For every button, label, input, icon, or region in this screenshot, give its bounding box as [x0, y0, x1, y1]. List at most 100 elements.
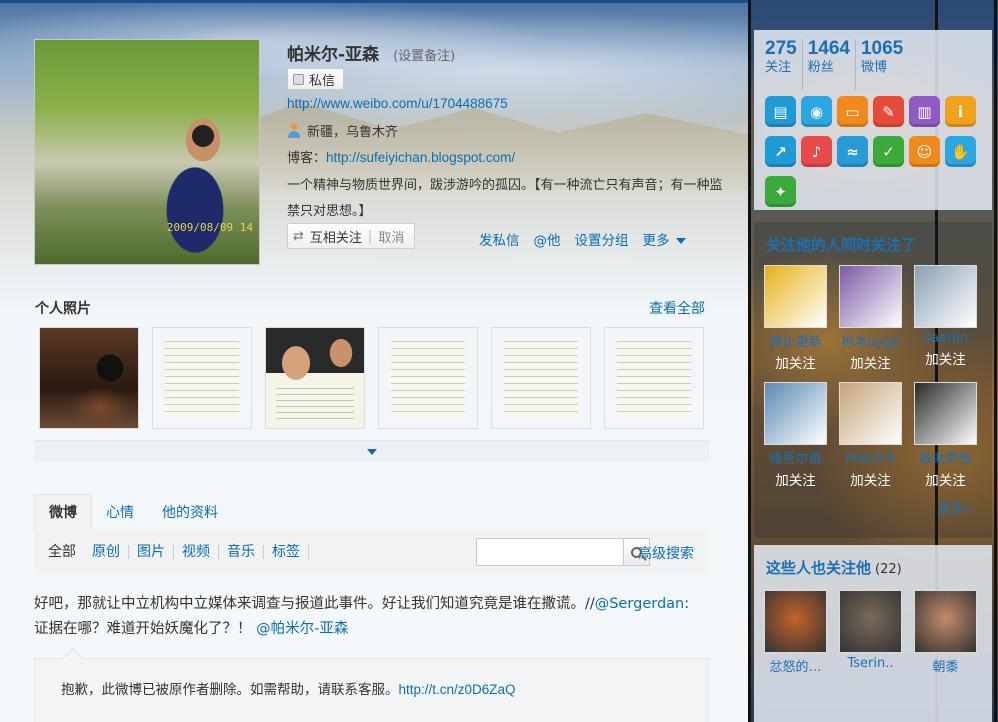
profile-name: 帕米尔-亚森 — [287, 45, 380, 65]
tab-weibo[interactable]: 微博 — [34, 494, 92, 530]
article-app-icon[interactable]: ✎ — [873, 96, 904, 127]
stat-posts-count: 1065 — [860, 38, 904, 59]
mutual-follow-icon: ⇄ — [293, 228, 304, 244]
photo-thumbnail[interactable] — [39, 327, 139, 429]
tab-profile-info[interactable]: 他的资料 — [148, 496, 232, 530]
weibo-app-icon[interactable]: ◉ — [801, 96, 832, 127]
wave-app-icon[interactable]: ≈ — [837, 136, 868, 167]
profile-avatar[interactable]: 2009/08/09 14 — [34, 39, 260, 265]
blog-url-link[interactable]: http://sufeiyichan.blogspot.com/ — [326, 150, 515, 165]
card-app-icon[interactable]: ▭ — [837, 96, 868, 127]
follow-status-text: 互相关注 — [309, 230, 362, 246]
friend-avatar[interactable] — [914, 382, 977, 445]
common-follows-more-link[interactable]: 更多» — [938, 498, 972, 517]
add-follow-button[interactable]: 加关注 — [764, 469, 827, 489]
friend-name-link[interactable]: Saerdn — [914, 331, 977, 346]
follower-name-link[interactable]: 忿怒的… — [764, 656, 827, 675]
info-app-icon[interactable]: i — [945, 96, 976, 127]
sidebar-divider — [994, 0, 997, 722]
photos-view-all-link[interactable]: 查看全部 — [649, 298, 705, 318]
follower-avatar[interactable] — [764, 590, 827, 653]
follower-card: 忿怒的… — [764, 590, 827, 675]
follower-card: 朝黍 — [914, 590, 977, 675]
follower-name-link[interactable]: 朝黍 — [914, 656, 977, 675]
stat-following-count: 275 — [765, 38, 797, 59]
photo-thumbnail[interactable] — [265, 327, 365, 429]
filter-music[interactable]: 音乐 — [219, 545, 264, 559]
profile-url-link[interactable]: http://www.weibo.com/u/1704488675 — [287, 96, 508, 111]
photo-thumbnail[interactable] — [491, 327, 591, 429]
mention-sergerdan-link[interactable]: @Sergerdan — [595, 596, 684, 612]
chevron-down-icon — [675, 238, 686, 244]
add-follow-button[interactable]: 加关注 — [914, 469, 977, 489]
common-follows-list: 停止更新 加关注 柯木uygh 加关注 Saerdn 加关注 维吾尔语 加关注 PHILO今 加关… — [754, 265, 992, 489]
also-follow-title-text: 这些人也关注他 — [766, 559, 872, 577]
add-follow-button[interactable]: 加关注 — [764, 352, 827, 372]
photos-expand-button[interactable] — [34, 440, 709, 462]
friend-name-link[interactable]: 维吾尔语 — [764, 448, 827, 467]
repost-box: 抱歉，此微博已被原作者删除。如需帮助，请联系客服。http://t.cn/z0D… — [34, 658, 709, 722]
add-follow-button[interactable]: 加关注 — [839, 352, 902, 372]
friend-name-link[interactable]: 救助声他 — [914, 448, 977, 467]
share-app-icon[interactable]: ↗ — [765, 136, 796, 167]
photo-thumbnail[interactable] — [152, 327, 252, 429]
tab-mood[interactable]: 心情 — [92, 496, 148, 530]
chart-app-icon[interactable]: ▥ — [909, 96, 940, 127]
more-dropdown[interactable]: 更多 — [643, 229, 686, 249]
repost-text: 抱歉，此微博已被原作者删除。如需帮助，请联系客服。 — [61, 682, 399, 698]
friend-name-link[interactable]: 停止更新 — [764, 331, 827, 350]
stat-posts[interactable]: 1065 微博 — [861, 39, 908, 90]
filter-original[interactable]: 原创 — [84, 545, 129, 559]
friend-avatar[interactable] — [839, 382, 902, 445]
photo-thumbnail[interactable] — [604, 327, 704, 429]
follower-name-link[interactable]: Tserin.. — [839, 656, 902, 671]
profile-stats: 275 关注 1464 粉丝 1065 微博 — [754, 30, 992, 90]
filter-images[interactable]: 图片 — [129, 545, 174, 559]
friend-name-link[interactable]: PHILO今 — [839, 448, 902, 467]
follower-avatar[interactable] — [914, 590, 977, 653]
filter-tags[interactable]: 标签 — [264, 545, 309, 559]
more-label: 更多 — [642, 233, 670, 249]
app-icons-grid: ▤ ◉ ▭ ✎ ▥ i ↗ ♪ ≈ ✓ ☺ ✋ ✦ — [754, 90, 992, 210]
mic-app-icon[interactable]: ♪ — [801, 136, 832, 167]
stat-following[interactable]: 275 关注 — [765, 39, 803, 90]
send-message-link[interactable]: 发私信 — [479, 229, 520, 249]
game-app-icon[interactable]: ✦ — [765, 176, 796, 207]
smile-app-icon[interactable]: ☺ — [909, 136, 940, 167]
follower-avatar[interactable] — [839, 590, 902, 653]
set-group-link[interactable]: 设置分组 — [575, 229, 629, 249]
friend-name-link[interactable]: 柯木uygh — [839, 331, 902, 350]
filter-all[interactable]: 全部 — [48, 545, 84, 559]
mention-author-link[interactable]: @帕米尔-亚森 — [256, 621, 348, 637]
repost-short-link[interactable]: http://t.cn/z0D6ZaQ — [399, 682, 516, 697]
cancel-follow-link[interactable]: 取消 — [378, 227, 404, 246]
advanced-search-link[interactable]: 高级搜索 — [638, 543, 694, 563]
post-text-before: 好吧，那就让中立机构中立媒体来调查与报道此事件。好让我们知道究竟是谁在撒谎。// — [34, 596, 595, 612]
location: 新疆，乌鲁木齐 — [287, 121, 398, 140]
friend-card: PHILO今 加关注 — [839, 382, 902, 489]
friend-avatar[interactable] — [839, 265, 902, 328]
friend-card: 柯木uygh 加关注 — [839, 265, 902, 372]
repost-deleted-notice: 抱歉，此微博已被原作者删除。如需帮助，请联系客服。http://t.cn/z0D… — [61, 678, 516, 698]
photo-thumbnail[interactable] — [378, 327, 478, 429]
common-follows-title: 关注他的人同时关注了 — [766, 236, 917, 254]
add-follow-button[interactable]: 加关注 — [914, 348, 977, 368]
friend-avatar[interactable] — [764, 265, 827, 328]
set-remark-link[interactable]: (设置备注) — [393, 45, 455, 64]
stat-followers[interactable]: 1464 粉丝 — [808, 39, 856, 90]
filter-video[interactable]: 视频 — [174, 545, 219, 559]
mention-link[interactable]: @他 — [534, 229, 561, 249]
add-follow-button[interactable]: 加关注 — [839, 469, 902, 489]
feed-search-input[interactable] — [476, 538, 624, 566]
blog-label: 博客： — [287, 151, 327, 166]
location-text: 新疆，乌鲁木齐 — [307, 125, 399, 140]
like-app-icon[interactable]: ✓ — [873, 136, 904, 167]
stat-posts-label: 微博 — [860, 60, 887, 75]
friend-avatar[interactable] — [914, 265, 977, 328]
friend-card: 停止更新 加关注 — [764, 265, 827, 372]
friend-avatar[interactable] — [764, 382, 827, 445]
hand-app-icon[interactable]: ✋ — [945, 136, 976, 167]
stat-followers-count: 1464 — [807, 38, 850, 59]
private-message-button[interactable]: 私信 — [287, 68, 345, 90]
list-app-icon[interactable]: ▤ — [765, 96, 796, 127]
